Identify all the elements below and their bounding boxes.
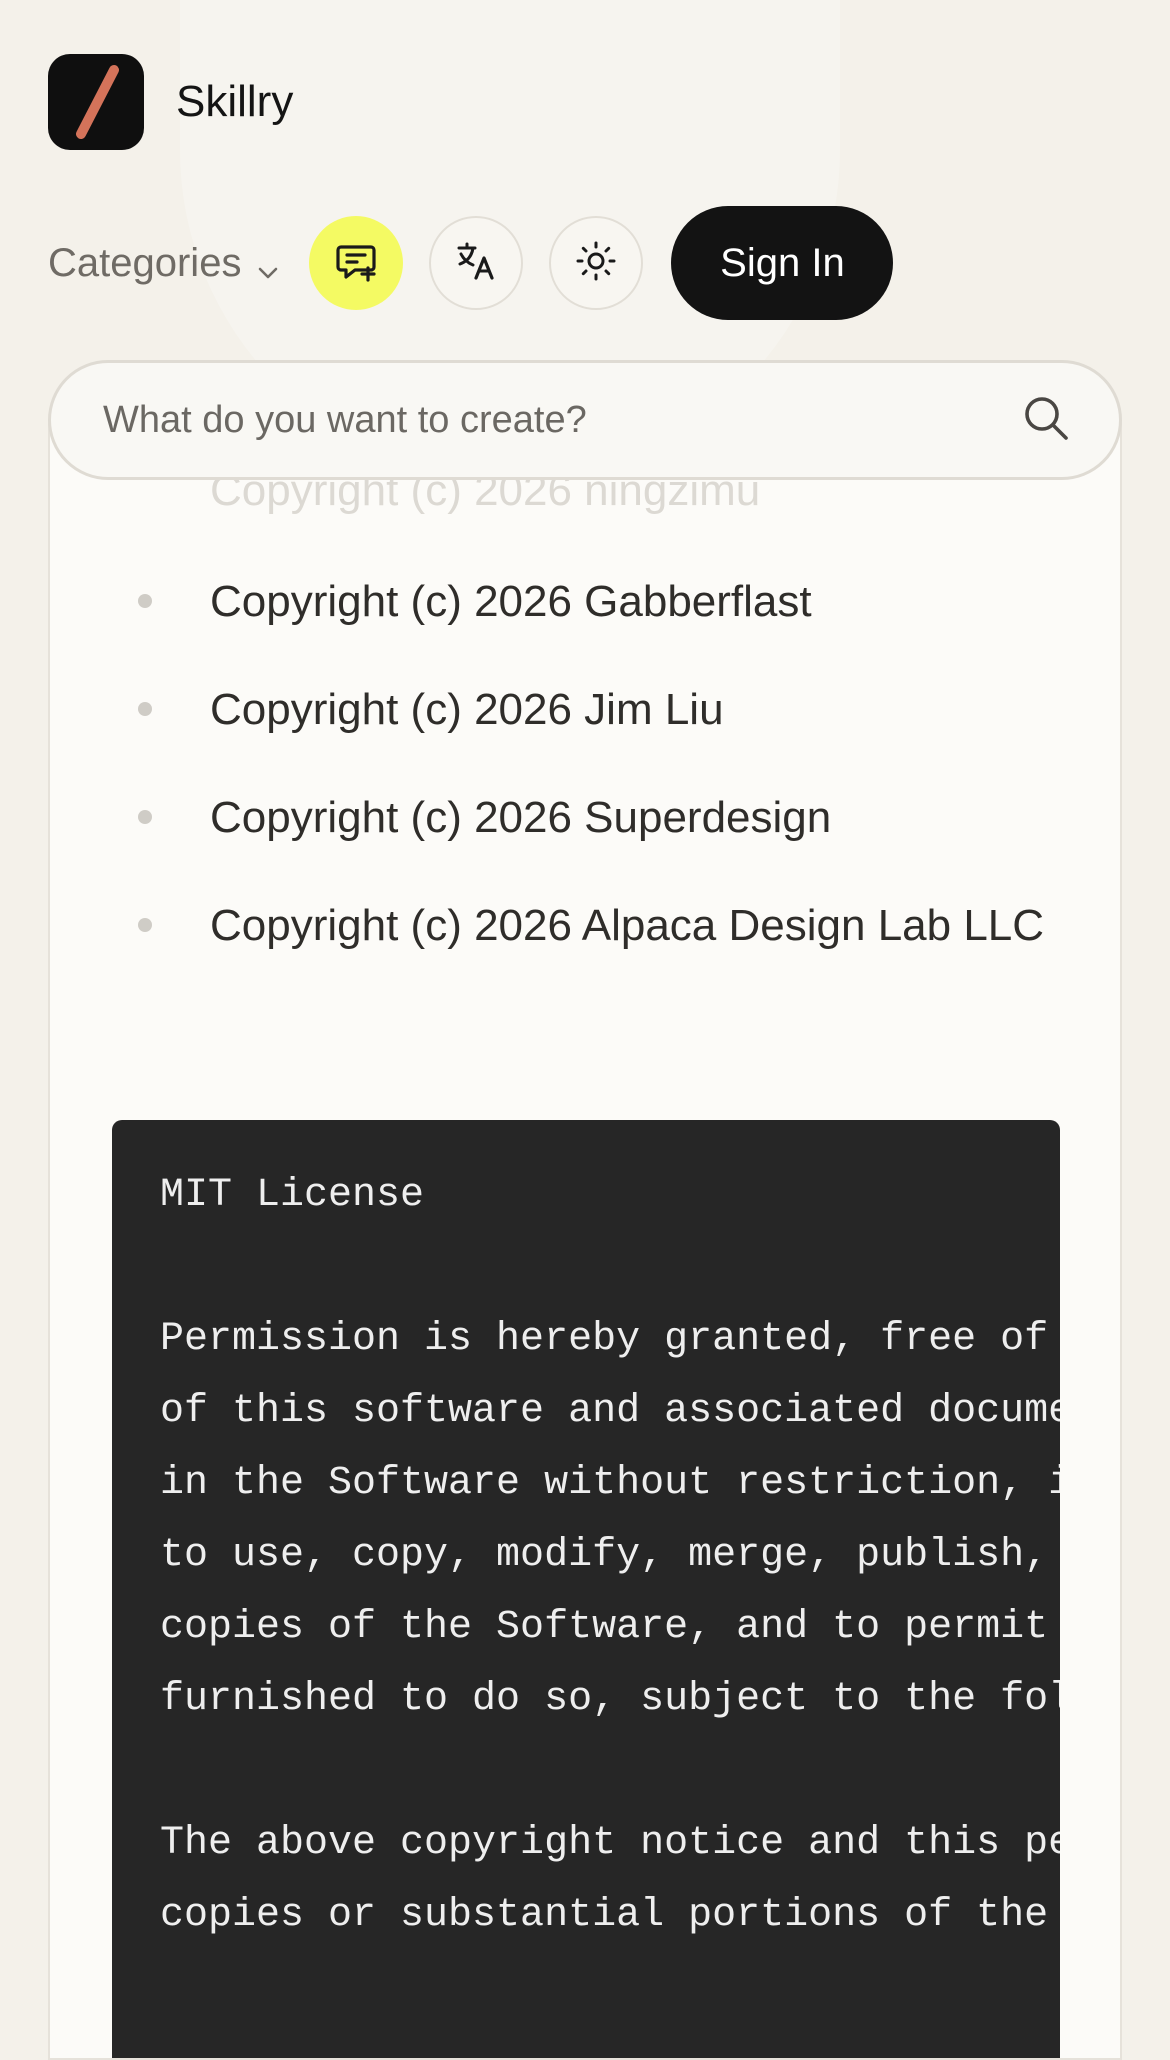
sun-icon [575, 240, 617, 287]
copyright-text: Copyright (c) 2026 Jim Liu [210, 685, 724, 734]
categories-label: Categories [48, 240, 242, 285]
copyright-text: Copyright (c) 2026 Gabberflast [210, 577, 812, 626]
search-input[interactable] [101, 397, 1021, 443]
code-line: The above copyright notice and this perm… [160, 1821, 1060, 1866]
categories-dropdown[interactable]: Categories [48, 237, 279, 290]
translate-icon [455, 240, 497, 287]
slash-logo-icon [48, 54, 144, 150]
bullet [138, 702, 152, 716]
top-nav: Categories Sign In [48, 206, 894, 320]
search-icon[interactable] [1021, 393, 1071, 448]
license-code-block[interactable]: MIT License Permission is hereby granted… [112, 1120, 1060, 2058]
copyright-text: Copyright (c) 2026 Superdesign [210, 793, 832, 842]
bullet [138, 810, 152, 824]
chevron-down-icon [257, 245, 279, 290]
theme-toggle-button[interactable] [549, 216, 644, 310]
bullet [138, 594, 152, 608]
brand[interactable]: Skillry [48, 54, 293, 150]
copyright-list: Copyright (c) 2026 Gabberflast Copyright… [50, 560, 1070, 992]
code-line: to use, copy, modify, merge, publish, di… [160, 1533, 1049, 1578]
code-line: in the Software without restriction, inc… [160, 1461, 1060, 1506]
copyright-text: Copyright (c) 2026 Alpaca Design Lab LLC [210, 901, 1045, 950]
code-line: of this software and associated document… [160, 1389, 1060, 1434]
list-item: Copyright (c) 2026 Jim Liu [50, 668, 1070, 752]
message-plus-icon [333, 238, 379, 289]
list-item: Copyright (c) 2026 Superdesign [50, 776, 1070, 860]
brand-name: Skillry [176, 77, 294, 126]
code-line: furnished to do so, subject to the follo… [160, 1677, 1060, 1722]
code-line: MIT License [160, 1173, 425, 1218]
language-button[interactable] [429, 216, 524, 310]
bullet [138, 918, 152, 932]
code-line: copies or substantial portions of the So… [160, 1893, 1049, 1938]
feedback-button[interactable] [309, 216, 404, 310]
content-card: Copyright (c) 2026 ningzimu Copyright (c… [48, 420, 1122, 2060]
list-item: Copyright (c) 2026 Gabberflast [50, 560, 1070, 644]
sign-in-button[interactable]: Sign In [671, 206, 894, 320]
code-line: Permission is hereby granted, free of ch… [160, 1317, 1049, 1362]
list-item: Copyright (c) 2026 Alpaca Design Lab LLC [50, 884, 1070, 968]
search-bar [48, 360, 1122, 480]
code-line: copies of the Software, and to permit pe… [160, 1605, 1049, 1650]
